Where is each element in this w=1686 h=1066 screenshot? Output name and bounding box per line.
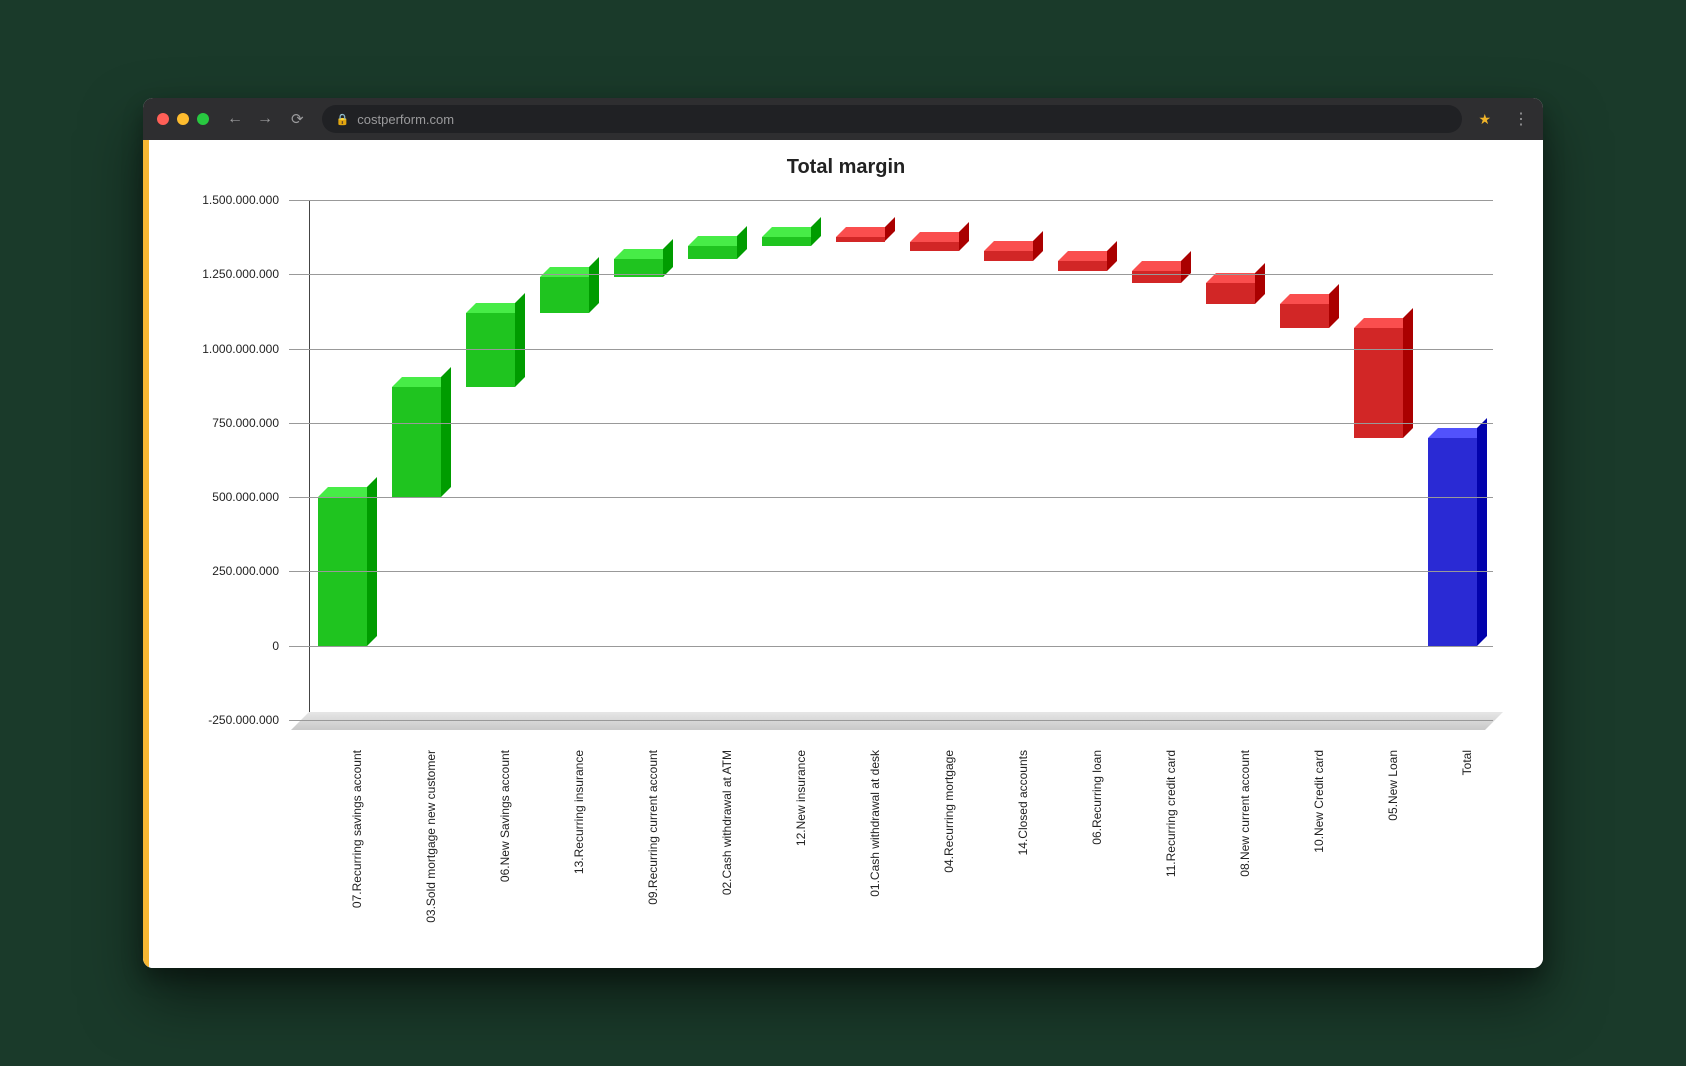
bar-slot xyxy=(1197,200,1271,720)
gridline xyxy=(289,423,1493,424)
bar-slot xyxy=(1049,200,1123,720)
bar-slot xyxy=(309,200,383,720)
waterfall-bar xyxy=(1132,271,1181,283)
y-tick-label: 1.250.000.000 xyxy=(189,267,279,281)
chart-container: Total margin -250.000.0000250.000.000500… xyxy=(179,150,1513,958)
waterfall-bar xyxy=(466,313,515,387)
bar-slot xyxy=(531,200,605,720)
y-tick-label: 1.500.000.000 xyxy=(189,193,279,207)
bar-slot xyxy=(679,200,753,720)
gridline xyxy=(289,646,1493,647)
x-tick-label: 13.Recurring insurance xyxy=(572,750,586,874)
chart-plot-area: -250.000.0000250.000.000500.000.000750.0… xyxy=(289,200,1493,720)
waterfall-bar xyxy=(1354,328,1403,438)
bar-slot xyxy=(1419,200,1493,720)
browser-window: ← → ⟳ 🔒 costperform.com ★ ⋮ Total margin… xyxy=(143,98,1543,968)
x-tick-label: 14.Closed accounts xyxy=(1016,750,1030,855)
x-tick-label: 08.New current account xyxy=(1238,750,1252,877)
waterfall-bar xyxy=(1280,304,1329,328)
reload-button[interactable]: ⟳ xyxy=(291,110,304,128)
x-tick-label: 12.New insurance xyxy=(794,750,808,846)
gridline xyxy=(289,720,1493,721)
bar-slot xyxy=(975,200,1049,720)
bar-slot xyxy=(901,200,975,720)
minimize-window-button[interactable] xyxy=(177,113,189,125)
x-tick-label: 04.Recurring mortgage xyxy=(942,750,956,873)
browser-toolbar: ← → ⟳ 🔒 costperform.com ★ ⋮ xyxy=(143,98,1543,140)
chart-title: Total margin xyxy=(179,156,1513,179)
bar-slot xyxy=(827,200,901,720)
maximize-window-button[interactable] xyxy=(197,113,209,125)
nav-arrows: ← → xyxy=(227,110,273,128)
url-host: costperform.com xyxy=(357,112,454,127)
x-tick-label: 05.New Loan xyxy=(1386,750,1400,821)
x-axis-labels: 07.Recurring savings account 03.Sold mort… xyxy=(309,750,1493,950)
x-tick-label: 10.New Credit card xyxy=(1312,750,1326,853)
x-tick-label: 03.Sold mortgage new customer xyxy=(424,750,438,923)
y-tick-label: 1.000.000.000 xyxy=(189,342,279,356)
gridline xyxy=(289,200,1493,201)
bar-slot xyxy=(1271,200,1345,720)
address-bar[interactable]: 🔒 costperform.com xyxy=(322,105,1463,133)
bar-slot xyxy=(1123,200,1197,720)
close-window-button[interactable] xyxy=(157,113,169,125)
x-tick-label: 06.New Savings account xyxy=(498,750,512,882)
x-tick-label: 07.Recurring savings account xyxy=(350,750,364,908)
x-tick-label: 09.Recurring current account xyxy=(646,750,660,905)
waterfall-bar xyxy=(688,246,737,259)
y-tick-label: 0 xyxy=(189,639,279,653)
bar-slot xyxy=(605,200,679,720)
gridline xyxy=(289,274,1493,275)
bar-slot xyxy=(383,200,457,720)
forward-button[interactable]: → xyxy=(257,110,273,128)
x-tick-label: 02.Cash withdrawal at ATM xyxy=(720,750,734,895)
x-tick-label: 06.Recurring loan xyxy=(1090,750,1104,845)
gridline xyxy=(289,571,1493,572)
waterfall-bar xyxy=(910,242,959,251)
window-controls xyxy=(157,113,209,125)
back-button[interactable]: ← xyxy=(227,110,243,128)
y-tick-label: 250.000.000 xyxy=(189,564,279,578)
y-tick-label: -250.000.000 xyxy=(189,713,279,727)
y-tick-label: 750.000.000 xyxy=(189,416,279,430)
waterfall-bar xyxy=(1206,283,1255,304)
waterfall-bar xyxy=(1058,261,1107,271)
page-content: Total margin -250.000.0000250.000.000500… xyxy=(143,140,1543,968)
waterfall-bar xyxy=(392,387,441,497)
bar-slot xyxy=(1345,200,1419,720)
bar-slot xyxy=(753,200,827,720)
x-tick-label: 01.Cash withdrawal at desk xyxy=(868,750,882,897)
y-tick-label: 500.000.000 xyxy=(189,490,279,504)
browser-menu-button[interactable]: ⋮ xyxy=(1513,109,1529,129)
waterfall-bar xyxy=(540,277,589,313)
bookmark-star-icon[interactable]: ★ xyxy=(1478,111,1491,128)
waterfall-bar xyxy=(762,237,811,246)
x-tick-label: 11.Recurring credit card xyxy=(1164,750,1178,877)
waterfall-bar xyxy=(1428,438,1477,646)
gridline xyxy=(289,497,1493,498)
bar-slot xyxy=(457,200,531,720)
chart-bars xyxy=(309,200,1493,720)
gridline xyxy=(289,349,1493,350)
lock-icon: 🔒 xyxy=(336,113,350,126)
waterfall-bar xyxy=(984,251,1033,261)
x-tick-label: Total xyxy=(1460,750,1474,775)
waterfall-bar xyxy=(836,237,885,241)
